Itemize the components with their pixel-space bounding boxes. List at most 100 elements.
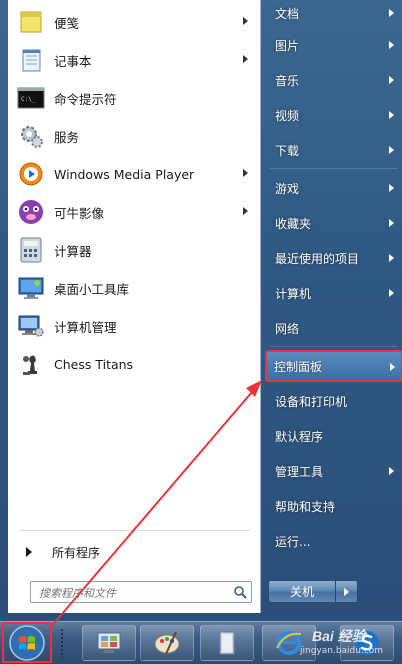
program-label: 桌面小工具库 xyxy=(54,281,130,297)
windows-logo-icon xyxy=(9,625,45,661)
place-label: 下载 xyxy=(275,143,300,158)
place-recent-items[interactable]: 最近使用的项目 xyxy=(268,245,400,271)
place-label: 运行... xyxy=(275,534,311,549)
submenu-arrow-icon[interactable] xyxy=(243,17,248,25)
program-item-notepad[interactable]: 记事本 xyxy=(12,42,256,78)
place-label: 文档 xyxy=(275,6,300,21)
place-control-panel[interactable]: 控制面板 xyxy=(265,350,402,382)
place-label: 网络 xyxy=(275,321,300,336)
place-label: 控制面板 xyxy=(274,359,323,374)
shutdown-button[interactable]: 关机 xyxy=(268,580,336,603)
divider xyxy=(270,346,398,347)
submenu-arrow-icon[interactable] xyxy=(389,219,394,227)
place-label: 最近使用的项目 xyxy=(275,251,360,266)
program-item-services[interactable]: 服务 xyxy=(12,118,256,154)
place-label: 设备和打印机 xyxy=(275,394,348,409)
triangle-right-icon xyxy=(26,547,32,557)
program-label: 计算机管理 xyxy=(54,319,117,335)
explorer-icon xyxy=(219,631,235,655)
program-label: 记事本 xyxy=(54,53,92,69)
submenu-arrow-icon[interactable] xyxy=(389,41,394,49)
svg-text:C:\_: C:\_ xyxy=(21,96,36,103)
program-label: Windows Media Player xyxy=(54,166,195,182)
place-pictures[interactable]: 图片 xyxy=(268,32,400,58)
control-panel-icon xyxy=(97,632,121,653)
notepad-icon xyxy=(16,45,46,75)
taskbar-explorer[interactable] xyxy=(200,625,254,661)
submenu-arrow-icon[interactable] xyxy=(243,207,248,215)
all-programs-label: 所有程序 xyxy=(52,545,101,560)
program-item-sticky-notes[interactable]: 便笺 xyxy=(12,4,256,40)
place-documents[interactable]: 文档 xyxy=(268,0,400,26)
place-music[interactable]: 音乐 xyxy=(268,67,400,93)
gadgets-icon xyxy=(16,273,46,303)
place-default-programs[interactable]: 默认程序 xyxy=(268,423,400,449)
submenu-arrow-icon[interactable] xyxy=(243,169,248,177)
calculator-icon xyxy=(16,235,46,265)
command-prompt-icon: C:\_ xyxy=(16,83,46,113)
submenu-arrow-icon[interactable] xyxy=(389,111,394,119)
program-label: 计算器 xyxy=(54,243,92,259)
submenu-arrow-icon[interactable] xyxy=(389,9,394,17)
search-input[interactable] xyxy=(37,583,231,603)
program-item-calculator[interactable]: 计算器 xyxy=(12,232,256,268)
program-item-cmd[interactable]: C:\_ 命令提示符 xyxy=(12,80,256,116)
place-computer[interactable]: 计算机 xyxy=(268,280,400,306)
place-label: 音乐 xyxy=(275,73,300,88)
program-label: 便笺 xyxy=(54,15,80,31)
program-item-chess-titans[interactable]: Chess Titans xyxy=(12,346,256,382)
place-run[interactable]: 运行... xyxy=(268,528,400,554)
place-favorites[interactable]: 收藏夹 xyxy=(268,210,400,236)
place-label: 收藏夹 xyxy=(275,216,312,231)
program-item-gadgets[interactable]: 桌面小工具库 xyxy=(12,270,256,306)
program-label: Chess Titans xyxy=(54,356,134,372)
all-programs-button[interactable]: 所有程序 xyxy=(12,540,256,564)
place-games[interactable]: 游戏 xyxy=(268,175,400,201)
place-admin-tools[interactable]: 管理工具 xyxy=(268,458,400,484)
start-button[interactable] xyxy=(4,623,50,663)
search-box[interactable] xyxy=(30,581,252,603)
place-label: 视频 xyxy=(275,108,300,123)
place-label: 帮助和支持 xyxy=(275,499,336,514)
program-label: 命令提示符 xyxy=(54,91,117,107)
triangle-right-icon xyxy=(344,587,349,596)
submenu-arrow-icon[interactable] xyxy=(243,55,248,63)
services-gear-icon xyxy=(16,121,46,151)
place-help-support[interactable]: 帮助和支持 xyxy=(268,493,400,519)
place-label: 默认程序 xyxy=(275,429,324,444)
program-item-media-player[interactable]: Windows Media Player xyxy=(12,156,256,192)
divider xyxy=(20,530,250,531)
program-label: 服务 xyxy=(54,129,80,145)
watermark-url: jingyan.baidu.com xyxy=(300,646,384,656)
divider xyxy=(270,168,398,169)
computer-management-icon xyxy=(16,311,46,341)
media-player-icon xyxy=(16,159,46,189)
submenu-arrow-icon[interactable] xyxy=(389,146,394,154)
program-item-computer-management[interactable]: 计算机管理 xyxy=(12,308,256,344)
place-downloads[interactable]: 下载 xyxy=(268,137,400,163)
taskbar-grip[interactable] xyxy=(60,628,64,658)
program-item-keniu[interactable]: 可牛影像 xyxy=(12,194,256,230)
place-label: 图片 xyxy=(275,38,300,53)
submenu-arrow-icon[interactable] xyxy=(389,76,394,84)
place-label: 游戏 xyxy=(275,181,300,196)
sticky-notes-icon xyxy=(16,7,46,37)
keniu-image-icon xyxy=(16,197,46,227)
watermark-logo: Bai 经验 xyxy=(312,628,366,644)
chess-icon xyxy=(16,349,46,379)
place-devices-printers[interactable]: 设备和打印机 xyxy=(268,388,400,414)
search-icon[interactable] xyxy=(233,585,247,599)
submenu-arrow-icon[interactable] xyxy=(389,467,394,475)
place-videos[interactable]: 视频 xyxy=(268,102,400,128)
submenu-arrow-icon[interactable] xyxy=(390,363,395,371)
place-network[interactable]: 网络 xyxy=(268,315,400,341)
submenu-arrow-icon[interactable] xyxy=(389,184,394,192)
submenu-arrow-icon[interactable] xyxy=(389,254,394,262)
taskbar-paint[interactable] xyxy=(140,625,194,661)
shutdown-group: 关机 xyxy=(268,580,358,603)
shutdown-options-button[interactable] xyxy=(336,580,358,603)
submenu-arrow-icon[interactable] xyxy=(389,289,394,297)
place-label: 管理工具 xyxy=(275,464,324,479)
taskbar-control-panel[interactable] xyxy=(82,625,136,661)
start-menu: 便笺 记事本 C:\_ 命令提示符 服务 Windows Media Playe… xyxy=(0,0,402,621)
